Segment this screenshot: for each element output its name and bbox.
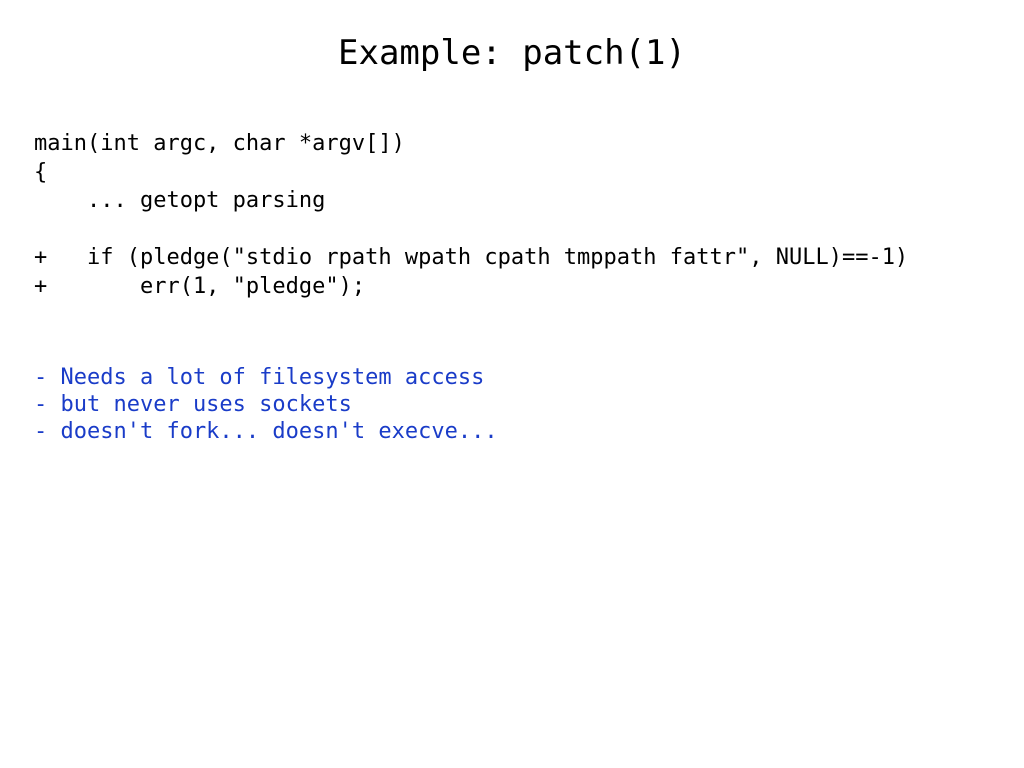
code-line: { — [34, 159, 48, 185]
slide-title: Example: patch(1) — [338, 33, 686, 73]
note-item: - doesn't fork... doesn't execve... — [34, 419, 498, 444]
code-line-added: + if (pledge("stdio rpath wpath cpath tm… — [34, 245, 909, 270]
note-item: - Needs a lot of filesystem access — [34, 365, 485, 390]
code-block: main(int argc, char *argv[]) { ... getop… — [34, 130, 908, 301]
notes-list: - Needs a lot of filesystem access - but… — [34, 364, 498, 445]
code-line-added: + err(1, "pledge"); — [34, 273, 366, 299]
code-line: main(int argc, char *argv[]) — [34, 131, 405, 156]
code-line: ... getopt parsing — [34, 188, 326, 213]
slide: Example: patch(1) main(int argc, char *a… — [0, 0, 1024, 768]
note-item: - but never uses sockets — [34, 392, 352, 417]
